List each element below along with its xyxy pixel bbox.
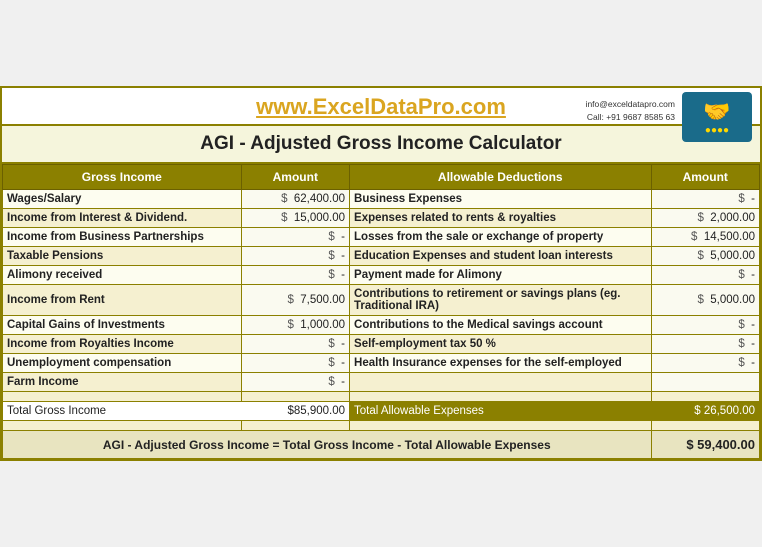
- col-income-header: Gross Income: [3, 165, 242, 190]
- income-label: Wages/Salary: [3, 190, 242, 209]
- col-amount2-header: Amount: [651, 165, 759, 190]
- agi-row: AGI - Adjusted Gross Income = Total Gros…: [3, 431, 760, 459]
- email: info@exceldatapro.com: [586, 99, 675, 109]
- income-label: Income from Interest & Dividend.: [3, 209, 242, 228]
- spacer-cell: [241, 392, 349, 402]
- deduction-amount: $ -: [651, 266, 759, 285]
- deduction-amount: $ 14,500.00: [651, 228, 759, 247]
- income-amount: $ 7,500.00: [241, 285, 349, 316]
- income-label: Income from Royalties Income: [3, 335, 242, 354]
- total-deductions-amount: $ 26,500.00: [651, 402, 759, 421]
- spacer-cell: [651, 392, 759, 402]
- agi-label: AGI - Adjusted Gross Income = Total Gros…: [3, 431, 652, 459]
- spacer-cell: [3, 392, 242, 402]
- income-label: Taxable Pensions: [3, 247, 242, 266]
- logo-dots: ●●●●: [705, 125, 729, 136]
- income-label: Farm Income: [3, 373, 242, 392]
- total-deductions-label: Total Allowable Expenses: [350, 402, 651, 421]
- deduction-label: Payment made for Alimony: [350, 266, 651, 285]
- agi-table: Gross Income Amount Allowable Deductions…: [2, 164, 760, 459]
- col-amount-header: Amount: [241, 165, 349, 190]
- income-amount: $ -: [241, 228, 349, 247]
- spacer-cell: [651, 421, 759, 431]
- deduction-amount: [651, 373, 759, 392]
- income-amount: $ -: [241, 247, 349, 266]
- phone: Call: +91 9687 8585 63: [587, 112, 675, 122]
- deduction-amount: $ -: [651, 354, 759, 373]
- deduction-label: Business Expenses: [350, 190, 651, 209]
- income-label: Income from Business Partnerships: [3, 228, 242, 247]
- header: www.ExcelDataPro.com info@exceldatapro.c…: [2, 88, 760, 124]
- deduction-amount: $ 5,000.00: [651, 285, 759, 316]
- deduction-label: Contributions to the Medical savings acc…: [350, 316, 651, 335]
- contact-info: info@exceldatapro.com Call: +91 9687 858…: [586, 98, 675, 124]
- income-label: Capital Gains of Investments: [3, 316, 242, 335]
- deduction-label: Education Expenses and student loan inte…: [350, 247, 651, 266]
- income-amount: $ -: [241, 373, 349, 392]
- deduction-label: Expenses related to rents & royalties: [350, 209, 651, 228]
- deduction-amount: $ -: [651, 316, 759, 335]
- income-label: Income from Rent: [3, 285, 242, 316]
- spacer-cell: [350, 421, 651, 431]
- deduction-amount: $ -: [651, 190, 759, 209]
- main-title: AGI - Adjusted Gross Income Calculator: [2, 124, 760, 164]
- income-label: Alimony received: [3, 266, 242, 285]
- income-amount: $ 1,000.00: [241, 316, 349, 335]
- col-deductions-header: Allowable Deductions: [350, 165, 651, 190]
- agi-value: $ 59,400.00: [651, 431, 759, 459]
- deduction-label: [350, 373, 651, 392]
- spacer-cell: [3, 421, 242, 431]
- deduction-label: Contributions to retirement or savings p…: [350, 285, 651, 316]
- deduction-amount: $ -: [651, 335, 759, 354]
- income-amount: $ -: [241, 266, 349, 285]
- deduction-label: Losses from the sale or exchange of prop…: [350, 228, 651, 247]
- deduction-amount: $ 2,000.00: [651, 209, 759, 228]
- income-amount: $ -: [241, 335, 349, 354]
- deduction-label: Health Insurance expenses for the self-e…: [350, 354, 651, 373]
- income-amount: $ -: [241, 354, 349, 373]
- total-row: Total Gross Income$85,900.00Total Allowa…: [3, 402, 760, 421]
- total-income-label: Total Gross Income$85,900.00: [3, 402, 350, 421]
- income-label: Unemployment compensation: [3, 354, 242, 373]
- deduction-amount: $ 5,000.00: [651, 247, 759, 266]
- logo: 🤝 ●●●●: [682, 92, 752, 142]
- income-amount: $ 15,000.00: [241, 209, 349, 228]
- income-amount: $ 62,400.00: [241, 190, 349, 209]
- spacer-cell: [241, 421, 349, 431]
- logo-icon: 🤝: [703, 99, 730, 125]
- deduction-label: Self-employment tax 50 %: [350, 335, 651, 354]
- main-container: www.ExcelDataPro.com info@exceldatapro.c…: [0, 86, 762, 461]
- spacer-cell: [350, 392, 651, 402]
